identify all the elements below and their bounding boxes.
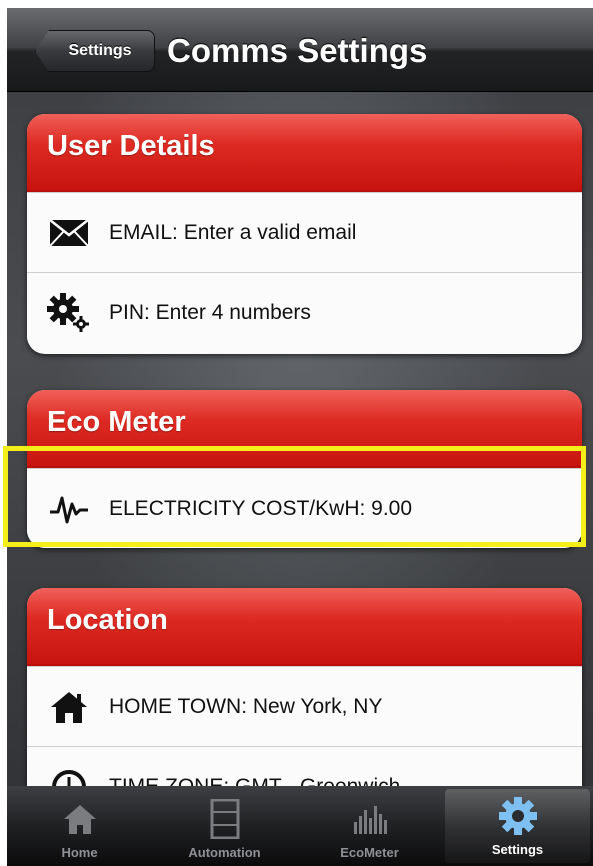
pin-label: PIN: Enter 4 numbers <box>109 300 311 324</box>
tab-automation[interactable]: Automation <box>152 786 297 866</box>
tab-ecometer[interactable]: EcoMeter <box>297 786 442 866</box>
tab-label: Automation <box>188 845 261 860</box>
home-town-label: HOME TOWN: New York, NY <box>109 694 383 718</box>
navigation-bar: Settings Comms Settings <box>7 8 593 92</box>
tab-label: Home <box>61 845 98 860</box>
envelope-icon <box>47 215 91 251</box>
tab-settings[interactable]: Settings <box>445 789 590 863</box>
email-row[interactable]: EMAIL: Enter a valid email <box>27 192 582 272</box>
section-header: User Details <box>27 114 582 192</box>
house-icon <box>47 689 91 725</box>
user-details-section: User Details EMAIL: Enter a valid email <box>27 114 582 354</box>
section-header: Location <box>27 588 582 666</box>
house-icon <box>63 797 97 841</box>
page-title: Comms Settings <box>167 32 428 69</box>
gears-icon <box>47 292 91 332</box>
tab-label: EcoMeter <box>340 845 399 860</box>
tab-home[interactable]: Home <box>7 786 152 866</box>
back-button[interactable]: Settings <box>35 30 155 72</box>
gear-icon <box>498 794 538 838</box>
tab-bar: Home Automation EcoMeter Settings <box>7 786 593 866</box>
highlight-box <box>3 446 586 547</box>
app-screen: Settings Comms Settings User Details EMA… <box>7 8 593 866</box>
tab-label: Settings <box>491 842 544 857</box>
bar-chart-icon <box>353 797 387 841</box>
film-strip-icon <box>210 797 240 841</box>
home-town-row[interactable]: HOME TOWN: New York, NY <box>27 666 582 746</box>
pin-row[interactable]: PIN: Enter 4 numbers <box>27 272 582 352</box>
email-label: EMAIL: Enter a valid email <box>109 220 357 244</box>
